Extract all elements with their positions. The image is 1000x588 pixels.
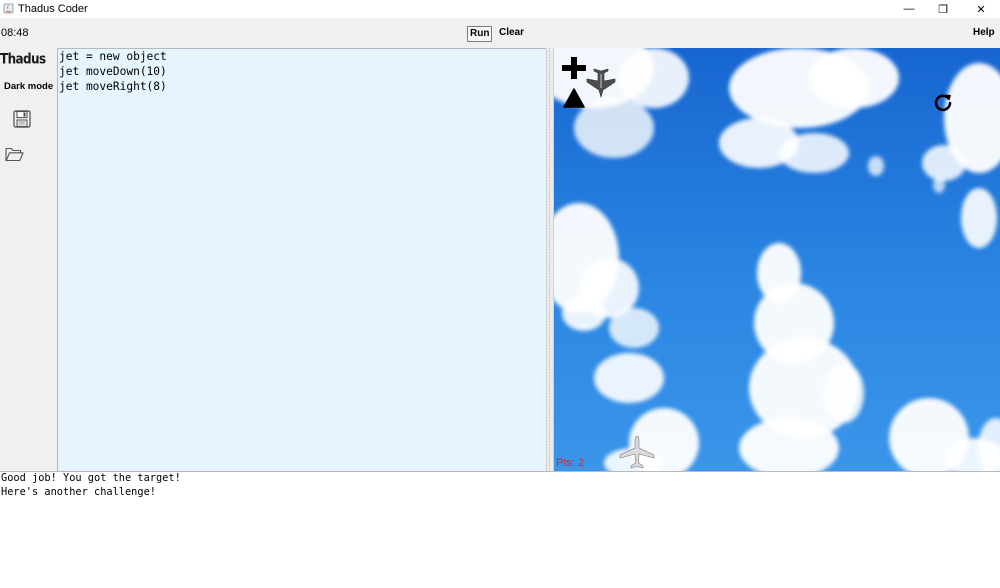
toolbar: 08:48 Run Clear Help (0, 18, 1000, 48)
code-text[interactable]: jet = new object jet moveDown(10) jet mo… (58, 49, 546, 94)
floppy-disk-icon[interactable] (13, 110, 31, 128)
console-output[interactable]: Good job! You got the target! Here's ano… (0, 471, 1000, 588)
plus-icon[interactable] (562, 57, 586, 79)
open-folder-icon[interactable] (5, 146, 24, 162)
dark-mode-toggle[interactable]: Dark mode (4, 81, 53, 92)
rotate-icon[interactable] (933, 92, 953, 112)
window-title-bar[interactable]: Thadus Coder — ❐ ✕ (0, 0, 1000, 19)
window-title: Thadus Coder (18, 3, 88, 15)
console-text: Good job! You got the target! Here's ano… (1, 472, 181, 498)
code-editor[interactable]: jet = new object jet moveDown(10) jet mo… (57, 48, 547, 472)
run-button[interactable]: Run (467, 26, 493, 42)
points-counter: Pts: 2 (556, 457, 585, 469)
sidebar: Thadus Dark mode (0, 48, 57, 472)
split-pane-divider[interactable] (546, 48, 554, 472)
game-canvas[interactable]: Pts: 2 (554, 48, 1000, 471)
brand-logo: Thadus (0, 51, 46, 68)
airliner-icon (619, 435, 655, 469)
clear-button[interactable]: Clear (497, 26, 526, 40)
close-button[interactable]: ✕ (964, 0, 998, 18)
help-button[interactable]: Help (971, 26, 997, 40)
triangle-icon[interactable] (563, 88, 585, 108)
clock: 08:48 (1, 27, 29, 39)
minimize-button[interactable]: — (892, 0, 926, 18)
fighter-jet-icon (586, 68, 616, 98)
restore-button[interactable]: ❐ (926, 0, 960, 18)
java-app-icon (3, 3, 14, 14)
